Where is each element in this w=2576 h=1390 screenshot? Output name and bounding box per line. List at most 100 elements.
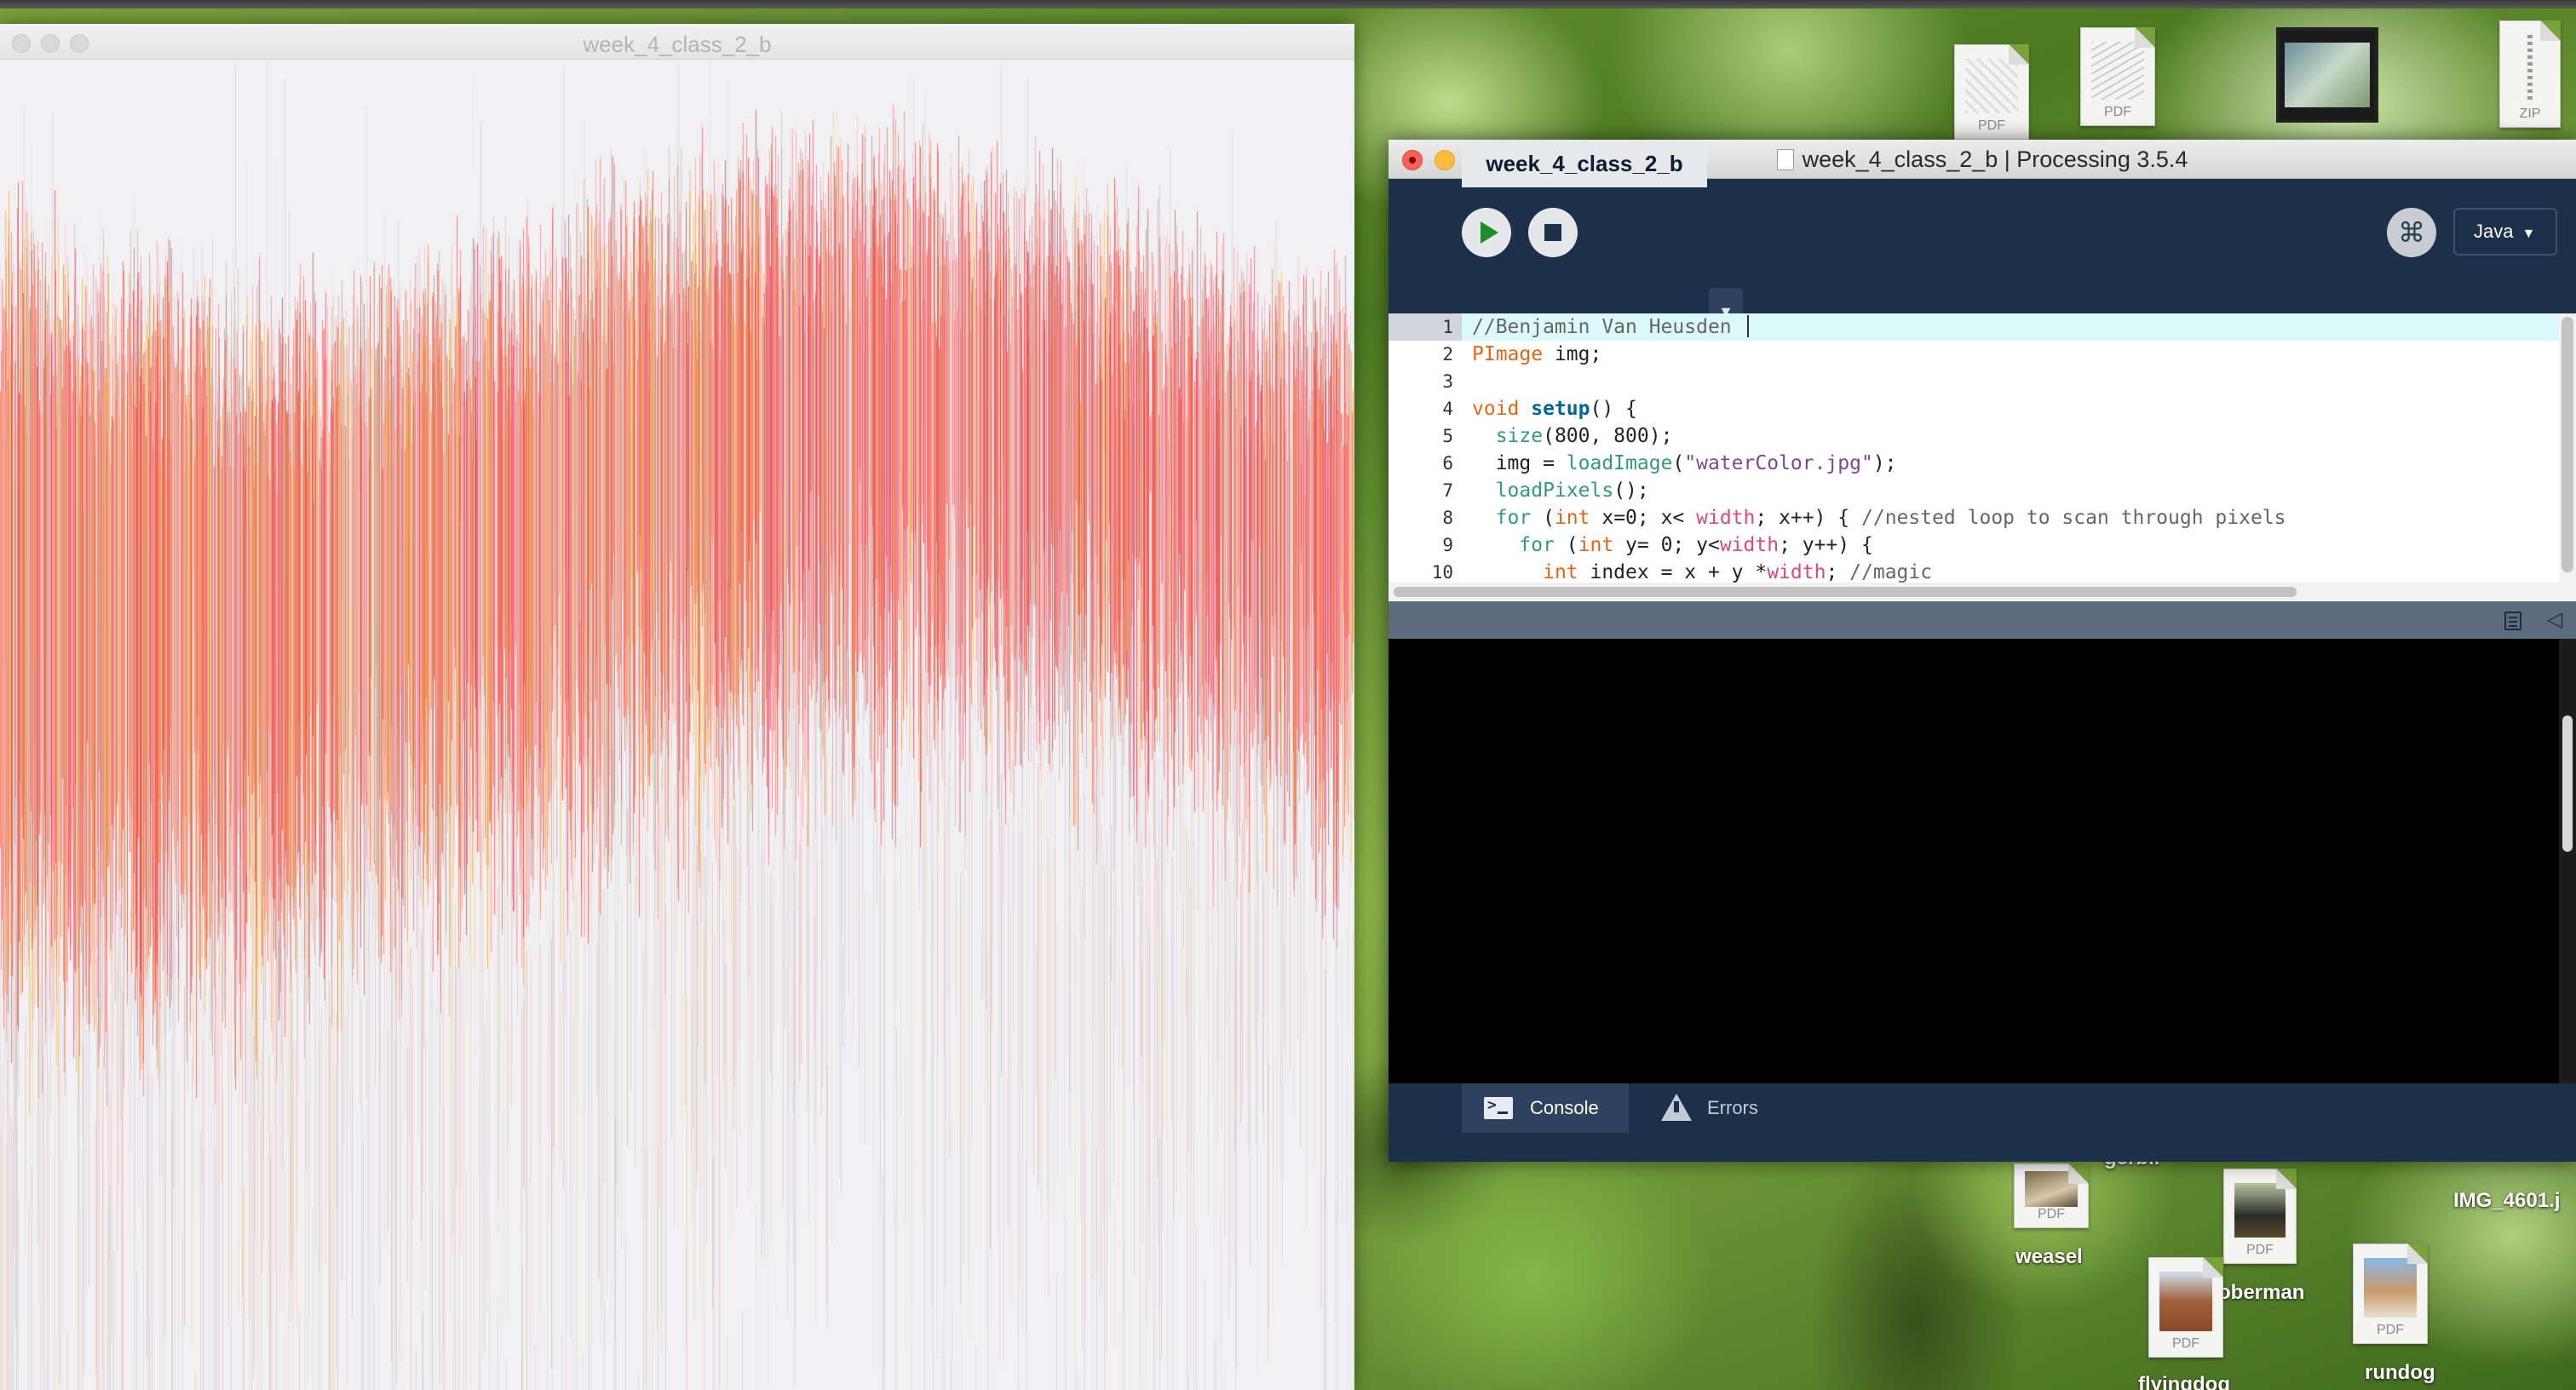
console-header: ◁ bbox=[1389, 601, 2576, 639]
code-token: width bbox=[1767, 561, 1826, 583]
ide-title-text: week_4_class_2_b | Processing 3.5.4 bbox=[1802, 146, 2188, 172]
tab-week-4-class-2-b[interactable]: week_4_class_2_b bbox=[1462, 140, 1707, 187]
code-token: loadImage bbox=[1566, 452, 1673, 474]
code-editor[interactable]: 12345678910111213141516171819 //Benjamin… bbox=[1389, 313, 2576, 828]
console-output[interactable] bbox=[1389, 639, 2576, 1083]
play-icon bbox=[1481, 221, 1498, 244]
code-token: loadPixels bbox=[1495, 480, 1614, 502]
editor-vertical-scrollbar[interactable] bbox=[2559, 313, 2576, 583]
processing-ide-window[interactable]: week_4_class_2_b | Processing 3.5.4 ⌘ Ja… bbox=[1389, 140, 2576, 1162]
desktop-label-img[interactable]: IMG_4601.j bbox=[2453, 1189, 2560, 1213]
scrollbar-thumb[interactable] bbox=[1394, 587, 2297, 597]
code-token: int bbox=[1554, 507, 1590, 529]
file-type-tag: PDF bbox=[2377, 1323, 2404, 1337]
sketch-window-title: week_4_class_2_b bbox=[583, 32, 772, 57]
desktop-label-rundog[interactable]: rundog bbox=[2365, 1361, 2435, 1385]
code-line[interactable]: for (int x=0; x< width; x++) { //nested … bbox=[1462, 504, 2559, 531]
line-number: 3 bbox=[1442, 371, 1453, 392]
line-number: 6 bbox=[1442, 453, 1453, 474]
stop-icon bbox=[1544, 224, 1561, 241]
text-cursor bbox=[1746, 315, 1749, 337]
tab-console-label: Console bbox=[1530, 1097, 1599, 1118]
scrollbar-thumb[interactable] bbox=[2562, 715, 2573, 852]
line-number: 9 bbox=[1442, 535, 1453, 555]
code-token: void bbox=[1472, 398, 1520, 420]
desktop-icon-image[interactable] bbox=[2276, 27, 2378, 123]
code-token: //Benjamin Van Heusden bbox=[1472, 316, 1744, 338]
code-line[interactable]: PImage img; bbox=[1462, 341, 2559, 368]
code-token: //nested loop to scan through pixels bbox=[1861, 507, 2286, 529]
stop-button[interactable] bbox=[1528, 208, 1578, 257]
toolbar: ⌘ Java ▼ bbox=[1389, 179, 2576, 288]
tab-console[interactable]: Console bbox=[1462, 1083, 1629, 1133]
line-number: 2 bbox=[1442, 344, 1453, 365]
document-icon bbox=[1776, 149, 1794, 170]
file-type-tag: PDF bbox=[2104, 105, 2131, 119]
code-token: width bbox=[1719, 534, 1780, 556]
pdf-thumbnail bbox=[2025, 1171, 2078, 1207]
sketch-output-window[interactable]: week_4_class_2_b bbox=[0, 24, 1354, 1390]
zip-zipper-icon bbox=[2527, 35, 2533, 101]
desktop-icon-pdf-1[interactable]: PDF bbox=[1954, 44, 2029, 140]
copy-icon[interactable] bbox=[2504, 612, 2521, 630]
debugger-icon: ⌘ bbox=[2398, 216, 2425, 249]
code-line[interactable]: //Benjamin Van Heusden bbox=[1462, 313, 2559, 341]
code-token: for bbox=[1495, 507, 1532, 529]
line-number: 4 bbox=[1442, 399, 1453, 419]
file-type-tag: PDF bbox=[2172, 1336, 2199, 1351]
editor-horizontal-scrollbar[interactable] bbox=[1389, 583, 2576, 601]
desktop-icon-flyingdog[interactable]: PDF bbox=[2148, 1257, 2223, 1358]
desktop-icon-weasel[interactable]: PDF bbox=[2014, 1163, 2089, 1228]
pdf-thumbnail bbox=[2091, 42, 2144, 100]
desktop-label-flyingdog[interactable]: flyingdog bbox=[2138, 1373, 2230, 1390]
code-token: int bbox=[1543, 561, 1578, 583]
code-line[interactable]: void setup() { bbox=[1462, 395, 2559, 422]
line-number: 5 bbox=[1442, 426, 1453, 446]
warning-icon bbox=[1661, 1094, 1692, 1121]
code-line[interactable]: img = loadImage("waterColor.jpg"); bbox=[1462, 450, 2559, 477]
line-number-gutter: 12345678910111213141516171819 bbox=[1389, 313, 1462, 828]
desktop-icon-pdf-2[interactable]: PDF bbox=[2080, 27, 2155, 126]
tab-errors-label: Errors bbox=[1707, 1097, 1758, 1118]
debugger-button[interactable]: ⌘ bbox=[2387, 208, 2436, 257]
mode-label: Java bbox=[2474, 221, 2514, 242]
desktop-icon-zip[interactable]: ZIP bbox=[2499, 20, 2561, 128]
code-area[interactable]: //Benjamin Van Heusden PImage img; void s… bbox=[1462, 313, 2559, 583]
code-token: "waterColor.jpg" bbox=[1684, 452, 1873, 474]
collapse-console-icon[interactable]: ◁ bbox=[2544, 608, 2566, 632]
code-token: PImage bbox=[1472, 343, 1544, 365]
code-line[interactable]: for (int y= 0; y<width; y++) { bbox=[1462, 531, 2559, 559]
file-type-tag: ZIP bbox=[2519, 106, 2541, 121]
pdf-thumbnail bbox=[2234, 1183, 2286, 1238]
code-token: int bbox=[1578, 534, 1614, 556]
tab-errors[interactable]: Errors bbox=[1637, 1083, 1787, 1133]
code-token: //magic bbox=[1849, 561, 1933, 583]
code-line[interactable] bbox=[1462, 368, 2559, 395]
code-token: setup bbox=[1531, 398, 1590, 420]
sketch-canvas-output[interactable] bbox=[0, 60, 1354, 1390]
line-number: 8 bbox=[1442, 508, 1453, 528]
console-tab-bar: Console Errors bbox=[1389, 1083, 2576, 1162]
chevron-down-icon: ▼ bbox=[2521, 227, 2536, 241]
code-line[interactable]: int index = x + y *width; //magic bbox=[1462, 559, 2559, 583]
desktop-icon-doberman[interactable]: PDF bbox=[2223, 1169, 2297, 1264]
desktop-label-doberman[interactable]: oberman bbox=[2218, 1281, 2304, 1305]
menu-bar bbox=[0, 0, 2576, 9]
terminal-icon bbox=[1484, 1096, 1513, 1119]
scrollbar-thumb[interactable] bbox=[2562, 317, 2573, 572]
mode-dropdown[interactable]: Java ▼ bbox=[2453, 208, 2557, 256]
file-type-tag: PDF bbox=[2246, 1243, 2274, 1257]
code-token: for bbox=[1519, 534, 1555, 556]
code-line[interactable]: loadPixels(); bbox=[1462, 477, 2559, 504]
code-line[interactable]: size(800, 800); bbox=[1462, 422, 2559, 450]
file-type-tag: PDF bbox=[1978, 118, 2005, 133]
code-token: size bbox=[1495, 425, 1544, 447]
console-scrollbar[interactable] bbox=[2559, 639, 2576, 1083]
desktop-icon-rundog[interactable]: PDF bbox=[2353, 1244, 2428, 1344]
file-type-tag: PDF bbox=[2038, 1207, 2065, 1221]
pdf-thumbnail bbox=[1965, 59, 2018, 113]
desktop-label-weasel[interactable]: weasel bbox=[2015, 1245, 2083, 1269]
run-button[interactable] bbox=[1462, 208, 1511, 257]
sketch-titlebar[interactable]: week_4_class_2_b bbox=[0, 24, 1354, 60]
line-number: 7 bbox=[1442, 480, 1453, 501]
